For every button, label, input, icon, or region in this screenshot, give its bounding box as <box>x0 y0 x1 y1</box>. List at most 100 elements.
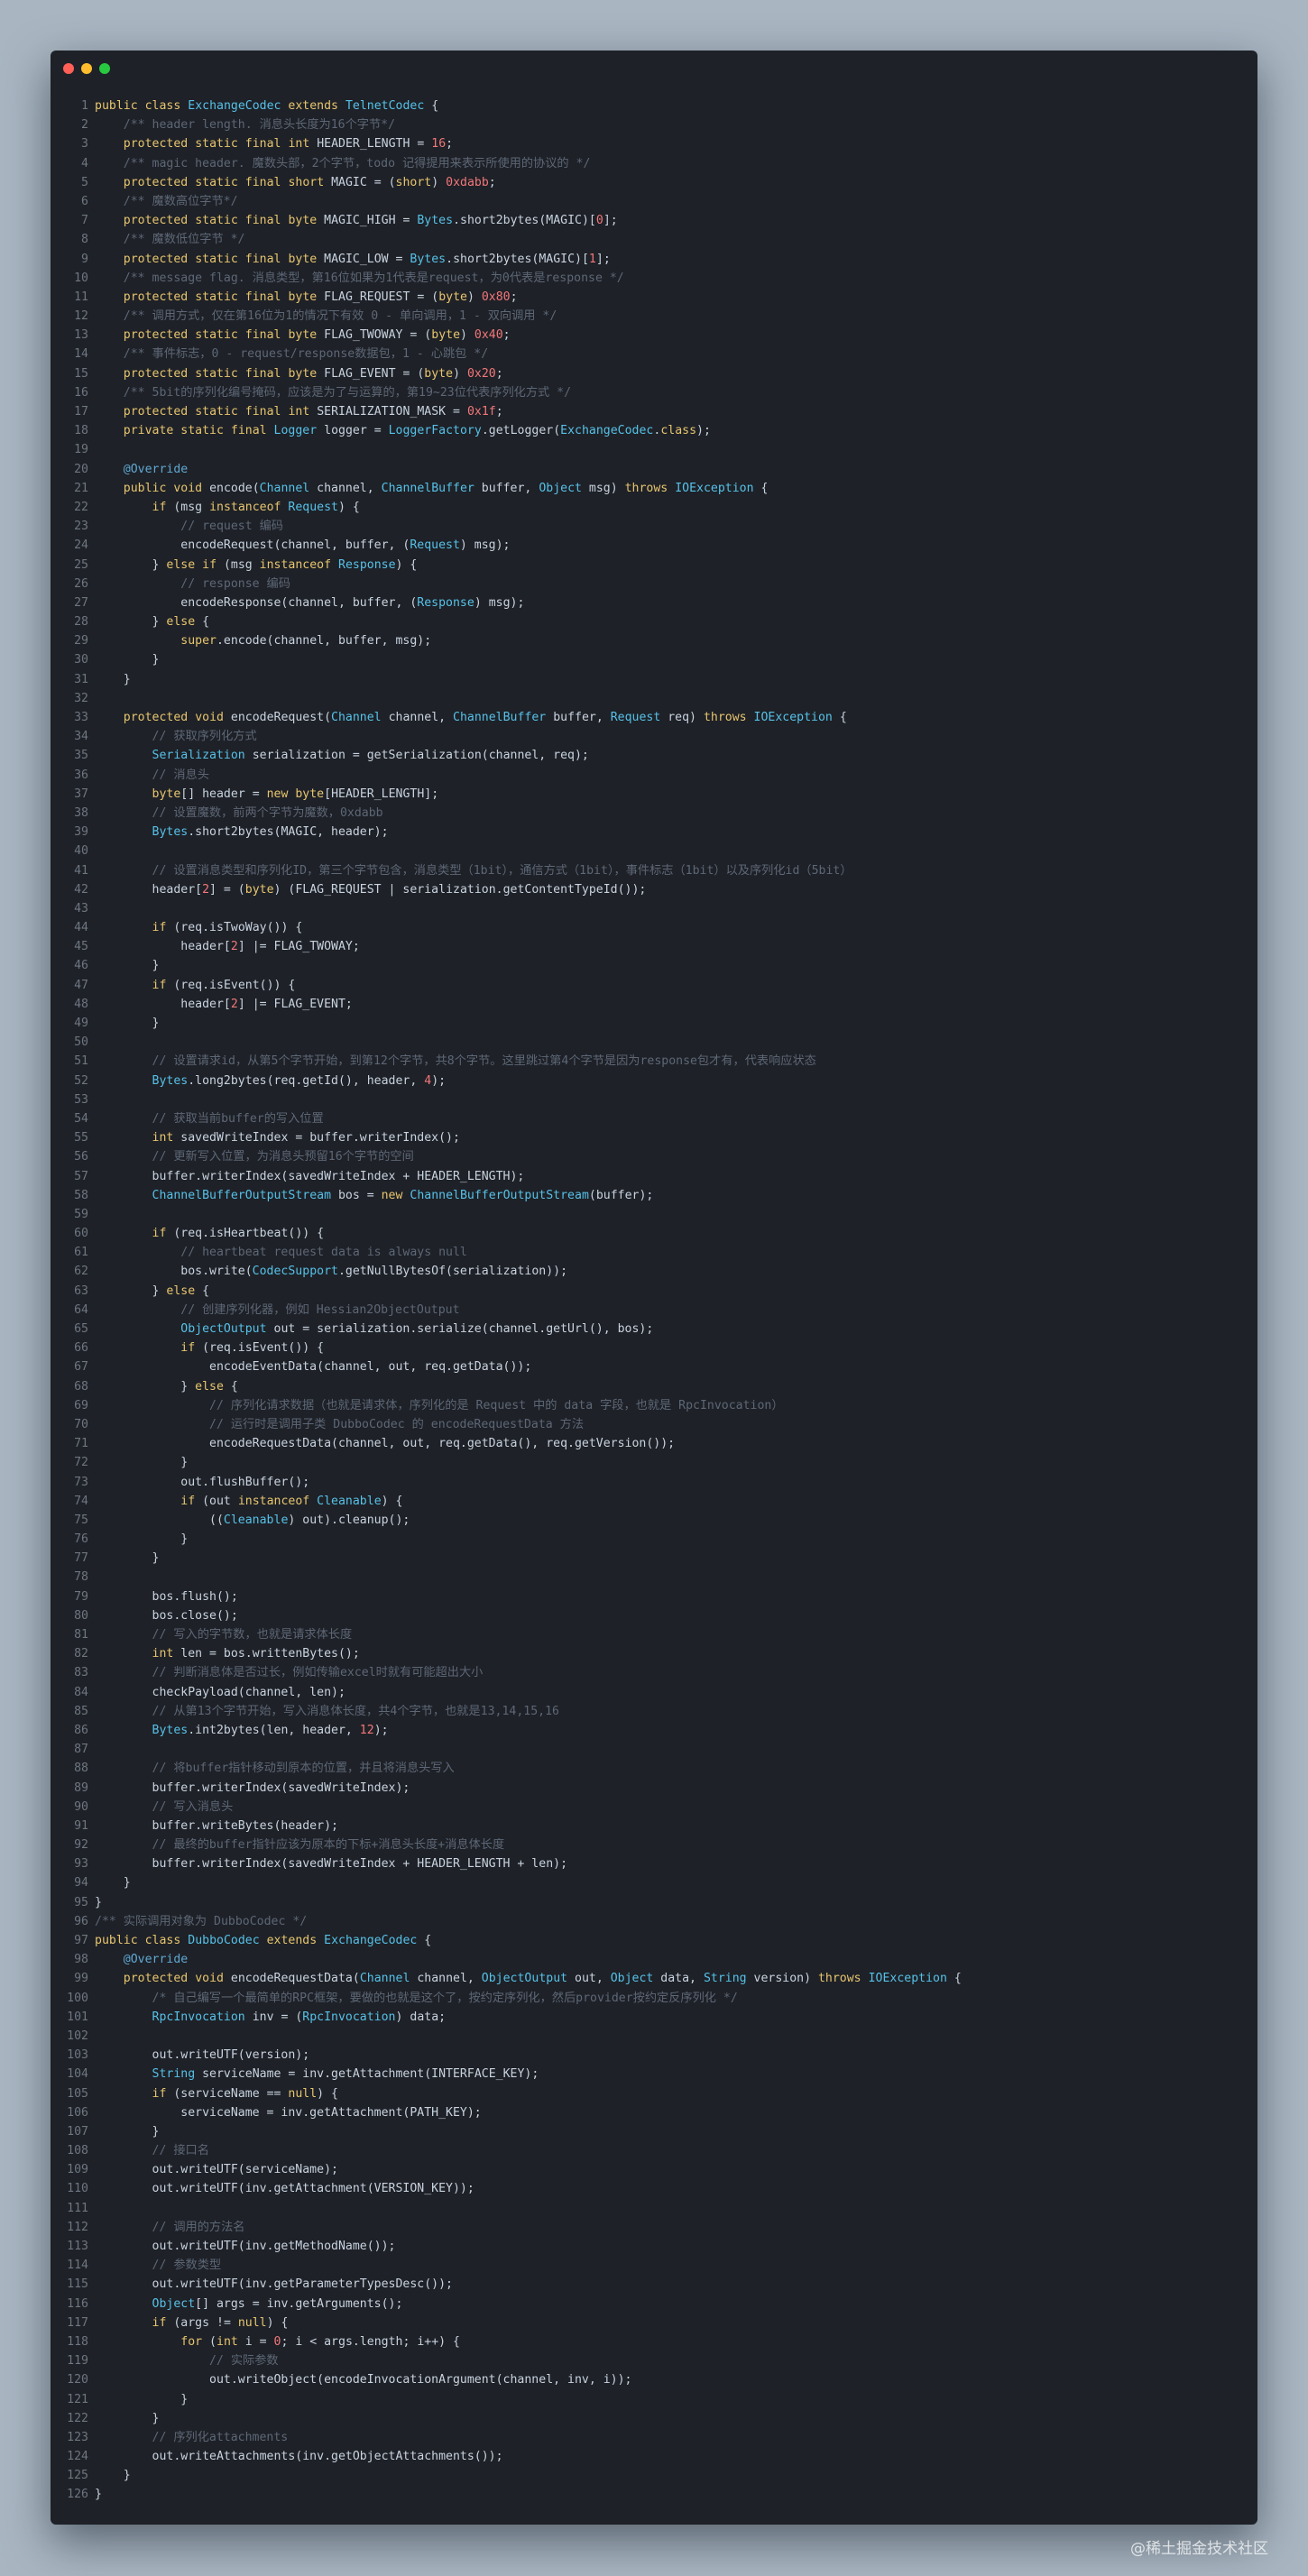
code-text: public class ExchangeCodec extends Telne… <box>95 99 439 113</box>
code-text: encodeRequestData(channel, out, req.getD… <box>95 1437 676 1451</box>
line-number: 65 <box>74 1322 88 1336</box>
code-text: Bytes.int2bytes(len, header, 12); <box>152 1723 389 1737</box>
line-number: 13 <box>74 328 88 343</box>
close-window-dot[interactable] <box>63 63 74 74</box>
code-line: 116 Object[] args = inv.getArguments(); <box>51 2295 1257 2314</box>
line-number: 113 <box>67 2240 88 2253</box>
code-line: 117 if (args != null) { <box>51 2314 1257 2332</box>
line-number: 15 <box>74 366 88 381</box>
code-text: @Override <box>123 1953 189 1967</box>
code-line: 27 encodeResponse(channel, buffer, (Resp… <box>51 593 1257 612</box>
code-text: if (req.isHeartbeat()) { <box>152 1227 325 1241</box>
minimize-window-dot[interactable] <box>81 63 92 74</box>
code-line: 89 buffer.writerIndex(savedWriteIndex); <box>51 1779 1257 1798</box>
line-number: 3 <box>81 137 88 152</box>
code-text: // 运行时是调用子类 DubboCodec 的 encodeRequestDa… <box>95 1417 585 1431</box>
line-number: 82 <box>74 1647 88 1661</box>
maximize-window-dot[interactable] <box>99 63 110 74</box>
code-line: 35 Serialization serialization = getSeri… <box>51 746 1257 765</box>
code-text: buffer.writeBytes(header); <box>95 1818 338 1833</box>
code-line: 62 bos.write(CodecSupport.getNullBytesOf… <box>51 1262 1257 1281</box>
code-text: protected static final byte FLAG_REQUEST… <box>123 290 518 304</box>
code-line: 36 // 消息头 <box>51 766 1257 785</box>
line-number: 114 <box>67 2259 88 2273</box>
code-text: if (msg instanceof Request) { <box>152 500 360 514</box>
line-number: 66 <box>74 1341 88 1356</box>
code-text: buffer.writerIndex(savedWriteIndex); <box>95 1780 410 1795</box>
line-number: 95 <box>74 1895 88 1909</box>
code-text: serviceName = inv.getAttachment(PATH_KEY… <box>95 2105 482 2120</box>
code-line: 44 if (req.isTwoWay()) { <box>51 918 1257 937</box>
code-line: 47 if (req.isEvent()) { <box>51 976 1257 995</box>
line-number: 117 <box>67 2315 88 2330</box>
code-text: bos.close(); <box>95 1608 238 1623</box>
code-line: 96 /** 实际调用对象为 DubboCodec */ <box>51 1912 1257 1931</box>
line-number: 62 <box>74 1265 88 1279</box>
line-number: 60 <box>74 1227 88 1241</box>
code-text: Serialization serialization = getSeriali… <box>152 749 589 763</box>
line-number: 30 <box>74 653 88 667</box>
code-line: 73 out.flushBuffer(); <box>51 1473 1257 1492</box>
code-line: 69 // 序列化请求数据（也就是请求体，序列化的是 Request 中的 da… <box>51 1396 1257 1415</box>
line-number: 54 <box>74 1111 88 1126</box>
code-line: 57 buffer.writerIndex(savedWriteIndex + … <box>51 1167 1257 1186</box>
code-text: int savedWriteIndex = buffer.writerIndex… <box>152 1131 460 1145</box>
code-line: 75 ((Cleanable) out).cleanup(); <box>51 1511 1257 1530</box>
line-number: 70 <box>74 1417 88 1431</box>
line-number: 118 <box>67 2334 88 2349</box>
code-line: 76 } <box>51 1530 1257 1549</box>
code-text: // 最终的buffer指针应该为原本的下标+消息头长度+消息体长度 <box>95 1838 505 1853</box>
line-number: 24 <box>74 538 88 553</box>
code-line: 107 } <box>51 2122 1257 2141</box>
code-text: // 创建序列化器，例如 Hessian2ObjectOutput <box>95 1302 460 1317</box>
line-number: 89 <box>74 1780 88 1795</box>
line-number: 84 <box>74 1685 88 1699</box>
code-text: out.writeUTF(inv.getMethodName()); <box>95 2240 396 2253</box>
code-line: 50 <box>51 1033 1257 1052</box>
code-text: // 序列化attachments <box>95 2430 289 2444</box>
code-text: // 从第13个字节开始，写入消息体长度，共4个字节，也就是13,14,15,1… <box>95 1704 559 1718</box>
line-number: 51 <box>74 1054 88 1069</box>
code-line: 10 /** message flag. 消息类型，第16位如果为1代表是req… <box>51 269 1257 288</box>
line-number: 10 <box>74 271 88 285</box>
code-text: } <box>95 1532 189 1547</box>
code-text: if (args != null) { <box>152 2315 289 2330</box>
code-line: 17 protected static final int SERIALIZAT… <box>51 402 1257 421</box>
line-number: 4 <box>81 156 88 170</box>
code-line: 34 // 获取序列化方式 <box>51 727 1257 746</box>
line-number: 96 <box>74 1914 88 1928</box>
code-line: 124 out.writeAttachments(inv.getObjectAt… <box>51 2447 1257 2466</box>
code-text: // 调用的方法名 <box>95 2220 245 2234</box>
code-text: protected void encodeRequestData(Channel… <box>123 1972 962 1986</box>
code-line: 15 protected static final byte FLAG_EVEN… <box>51 364 1257 383</box>
code-line: 105 if (serviceName == null) { <box>51 2084 1257 2103</box>
code-text: public void encode(Channel channel, Chan… <box>123 481 769 495</box>
code-window: 1 public class ExchangeCodec extends Teln… <box>51 51 1257 2525</box>
code-line: 20 @Override <box>51 460 1257 479</box>
code-text: } <box>95 2124 160 2139</box>
code-line: 98 @Override <box>51 1950 1257 1969</box>
code-text: byte[] header = new byte[HEADER_LENGTH]; <box>152 787 439 801</box>
code-text: if (req.isTwoWay()) { <box>152 921 303 935</box>
line-number: 100 <box>67 1991 88 2005</box>
code-line: 48 header[2] |= FLAG_EVENT; <box>51 995 1257 1014</box>
code-line: 6 /** 魔数高位字节*/ <box>51 192 1257 211</box>
line-number: 52 <box>74 1073 88 1088</box>
line-number: 53 <box>74 1092 88 1107</box>
line-number: 75 <box>74 1513 88 1527</box>
line-number: 33 <box>74 711 88 724</box>
code-line: 113 out.writeUTF(inv.getMethodName()); <box>51 2237 1257 2256</box>
code-text: } <box>95 1876 131 1891</box>
code-line: 31 } <box>51 670 1257 689</box>
line-number: 2 <box>81 118 88 133</box>
code-line: 54 // 获取当前buffer的写入位置 <box>51 1109 1257 1128</box>
line-number: 87 <box>74 1743 88 1757</box>
line-number: 12 <box>74 309 88 324</box>
line-number: 119 <box>67 2354 88 2369</box>
code-line: 122 } <box>51 2409 1257 2428</box>
code-text: encodeRequest(channel, buffer, (Request)… <box>95 538 511 553</box>
code-line: 30 } <box>51 650 1257 669</box>
code-text: Object[] args = inv.getArguments(); <box>152 2296 403 2311</box>
code-text: } else { <box>95 1283 210 1298</box>
code-line: 33 protected void encodeRequest(Channel … <box>51 708 1257 727</box>
